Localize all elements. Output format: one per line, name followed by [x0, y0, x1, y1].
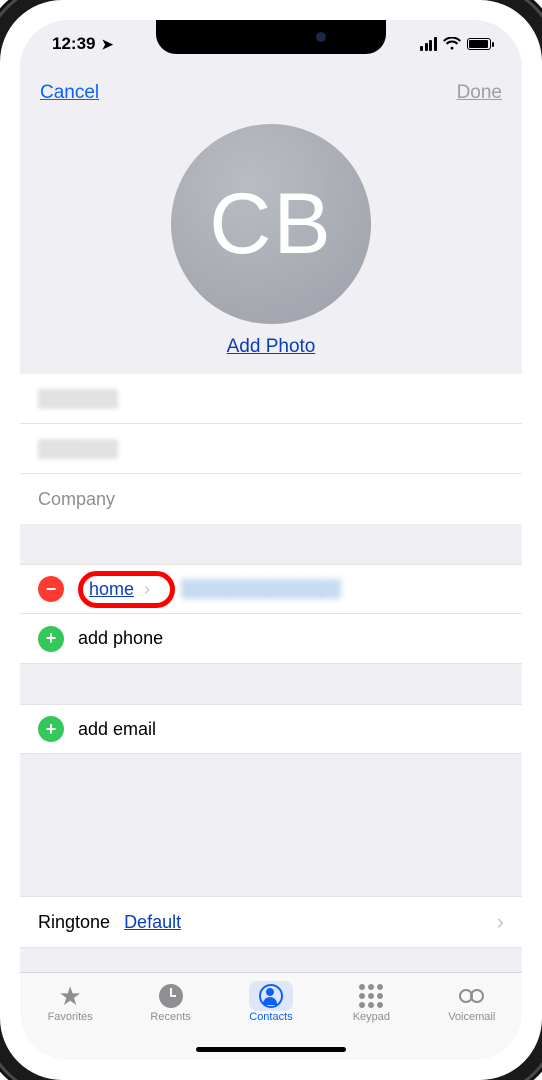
clock-icon — [159, 981, 183, 1011]
annotation-highlight: home › — [78, 571, 175, 608]
screen: 12:39 ➤ Cancel Done CB Add Photo — [20, 20, 522, 1060]
wifi-icon — [443, 37, 461, 51]
chevron-right-icon: › — [144, 579, 150, 600]
ringtone-value: Default — [124, 912, 181, 933]
name-fields: Company — [20, 374, 522, 524]
tab-label: Keypad — [353, 1011, 390, 1023]
notch — [156, 20, 386, 54]
tab-contacts[interactable]: Contacts — [231, 981, 311, 1023]
add-phone-label: add phone — [78, 628, 163, 649]
remove-phone-button[interactable]: − — [38, 576, 64, 602]
add-photo-button[interactable]: Add Photo — [227, 336, 316, 358]
redacted-phone-number — [181, 579, 341, 599]
add-phone-button[interactable]: + — [38, 626, 64, 652]
redacted-text — [38, 389, 118, 409]
tab-label: Contacts — [249, 1011, 292, 1023]
section-gap — [20, 948, 522, 972]
location-icon: ➤ — [101, 36, 113, 53]
ringtone-row[interactable]: Ringtone Default › — [20, 896, 522, 948]
add-email-button[interactable]: + — [38, 716, 64, 742]
phone-label-button[interactable]: home — [89, 579, 134, 600]
star-icon: ★ — [59, 981, 82, 1011]
add-phone-row[interactable]: + add phone — [20, 614, 522, 664]
battery-icon — [467, 38, 495, 50]
avatar-section: CB Add Photo — [20, 118, 522, 374]
tab-favorites[interactable]: ★ Favorites — [30, 981, 110, 1023]
keypad-icon — [359, 981, 383, 1011]
section-gap — [20, 524, 522, 564]
chevron-right-icon: › — [497, 909, 504, 935]
avatar-initials: CB — [209, 175, 332, 274]
first-name-field[interactable] — [20, 374, 522, 424]
cellular-icon — [420, 37, 437, 51]
redacted-text — [38, 439, 118, 459]
status-right — [420, 37, 494, 51]
ringtone-label: Ringtone — [38, 912, 110, 933]
tab-recents[interactable]: Recents — [131, 981, 211, 1023]
tab-label: Favorites — [48, 1011, 93, 1023]
contact-icon — [249, 981, 293, 1011]
done-button[interactable]: Done — [457, 82, 502, 104]
voicemail-icon — [459, 981, 484, 1011]
avatar-circle[interactable]: CB — [171, 124, 371, 324]
tab-voicemail[interactable]: Voicemail — [432, 981, 512, 1023]
add-email-row[interactable]: + add email — [20, 704, 522, 754]
last-name-field[interactable] — [20, 424, 522, 474]
section-gap — [20, 664, 522, 704]
company-field[interactable]: Company — [20, 474, 522, 524]
cancel-button[interactable]: Cancel — [40, 82, 99, 104]
tab-label: Recents — [150, 1011, 190, 1023]
home-indicator — [196, 1047, 346, 1052]
status-time: 12:39 — [52, 34, 95, 54]
tab-label: Voicemail — [448, 1011, 495, 1023]
nav-bar: Cancel Done — [20, 68, 522, 118]
tab-keypad[interactable]: Keypad — [331, 981, 411, 1023]
iphone-frame: 12:39 ➤ Cancel Done CB Add Photo — [0, 0, 542, 1080]
phone-entry-row[interactable]: − home › — [20, 564, 522, 614]
status-left: 12:39 ➤ — [52, 34, 113, 54]
add-email-label: add email — [78, 719, 156, 740]
section-gap — [20, 754, 522, 896]
company-placeholder: Company — [38, 489, 115, 510]
content: CB Add Photo Company − home — [20, 118, 522, 972]
